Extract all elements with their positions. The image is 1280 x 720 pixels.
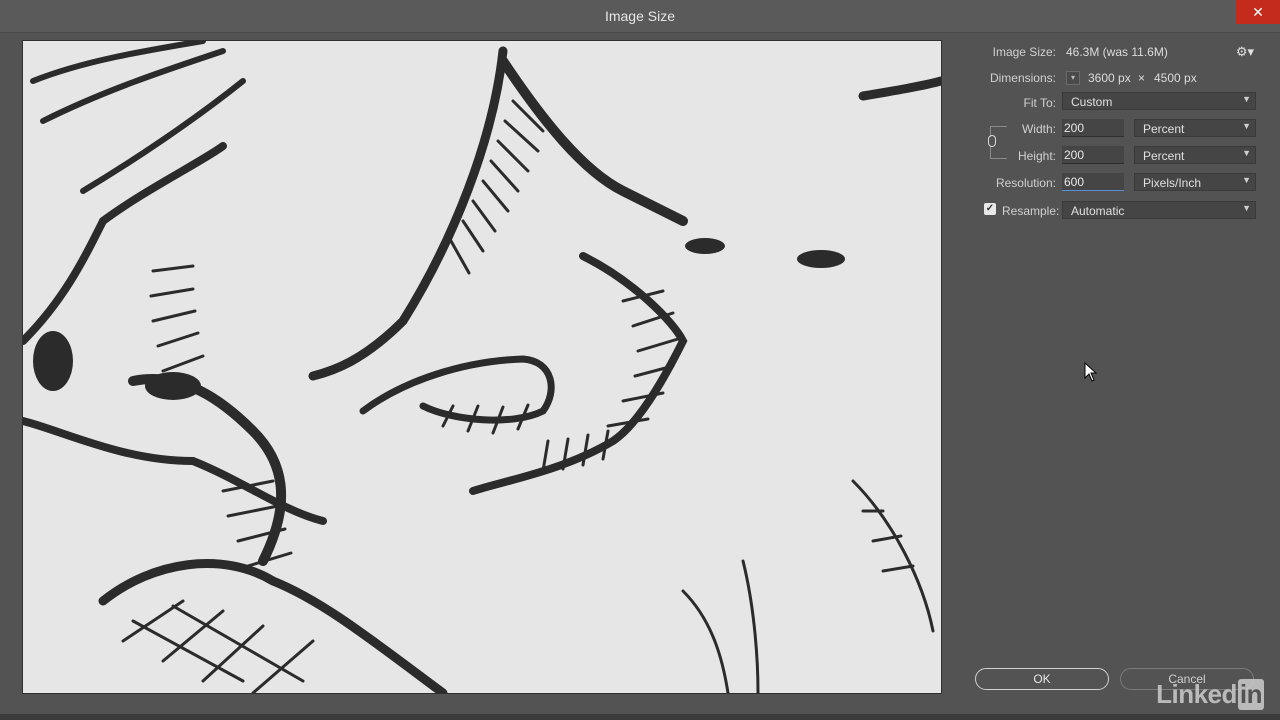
width-label: Width: [1021, 122, 1056, 136]
resolution-unit-value: Pixels/Inch [1143, 176, 1202, 190]
fit-to-value: Custom [1071, 95, 1113, 109]
height-label: Height: [1017, 149, 1056, 163]
chevron-down-icon: ▾ [1070, 73, 1075, 82]
width-unit-select[interactable]: Percent ▼ [1134, 119, 1256, 137]
height-unit-value: Percent [1143, 149, 1185, 163]
resample-label: Resample: [1002, 204, 1060, 218]
chevron-down-icon: ▼ [1242, 175, 1251, 185]
fit-to-label: Fit To: [1023, 96, 1056, 110]
image-size-value: 46.3M (was 11.6M) [1066, 45, 1168, 59]
image-size-label: Image Size: [992, 45, 1056, 59]
link-icon[interactable] [988, 135, 996, 147]
width-unit-value: Percent [1143, 122, 1185, 136]
chevron-down-icon: ▼ [1242, 203, 1251, 213]
chevron-down-icon: ▼ [1242, 94, 1251, 104]
dimensions-height: 4500 px [1154, 71, 1197, 85]
height-field[interactable]: 200 [1062, 146, 1124, 164]
dimensions-label: Dimensions: [989, 71, 1056, 85]
resolution-unit-select[interactable]: Pixels/Inch ▼ [1134, 173, 1256, 191]
resample-select[interactable]: Automatic ▼ [1062, 201, 1256, 219]
dimensions-units-dropdown[interactable]: ▾ [1066, 71, 1080, 85]
dialog-title: Image Size [604, 8, 676, 24]
resolution-field[interactable]: 600 [1062, 173, 1124, 191]
dimensions-width: 3600 px [1088, 71, 1131, 85]
fit-to-select[interactable]: Custom ▼ [1062, 92, 1256, 110]
watermark-text: Linked [1156, 679, 1237, 709]
width-field[interactable]: 200 [1062, 119, 1124, 137]
ink-drawing [23, 41, 941, 693]
close-button[interactable]: ✕ [1236, 0, 1280, 24]
chevron-down-icon: ▼ [1242, 121, 1251, 131]
bottom-strip [0, 714, 1280, 720]
height-unit-select[interactable]: Percent ▼ [1134, 146, 1256, 164]
image-size-settings: Image Size: 46.3M (was 11.6M) ⚙▾ Dimensi… [944, 36, 1280, 720]
image-preview[interactable] [22, 40, 942, 694]
chevron-down-icon: ▼ [1242, 148, 1251, 158]
chain-bracket-bottom [990, 146, 1007, 159]
watermark-box: in [1237, 679, 1264, 710]
close-icon: ✕ [1252, 4, 1264, 20]
gear-icon[interactable]: ⚙▾ [1236, 44, 1254, 60]
resample-checkbox[interactable]: ✓ [984, 203, 996, 215]
linkedin-watermark: Linked in [1156, 679, 1264, 710]
resolution-label: Resolution: [995, 176, 1056, 190]
ok-button[interactable]: OK [975, 668, 1109, 690]
mouse-cursor-icon [1084, 362, 1098, 382]
title-bar: Image Size ✕ [0, 0, 1280, 33]
dimensions-times: × [1138, 71, 1146, 85]
resample-value: Automatic [1071, 204, 1125, 218]
